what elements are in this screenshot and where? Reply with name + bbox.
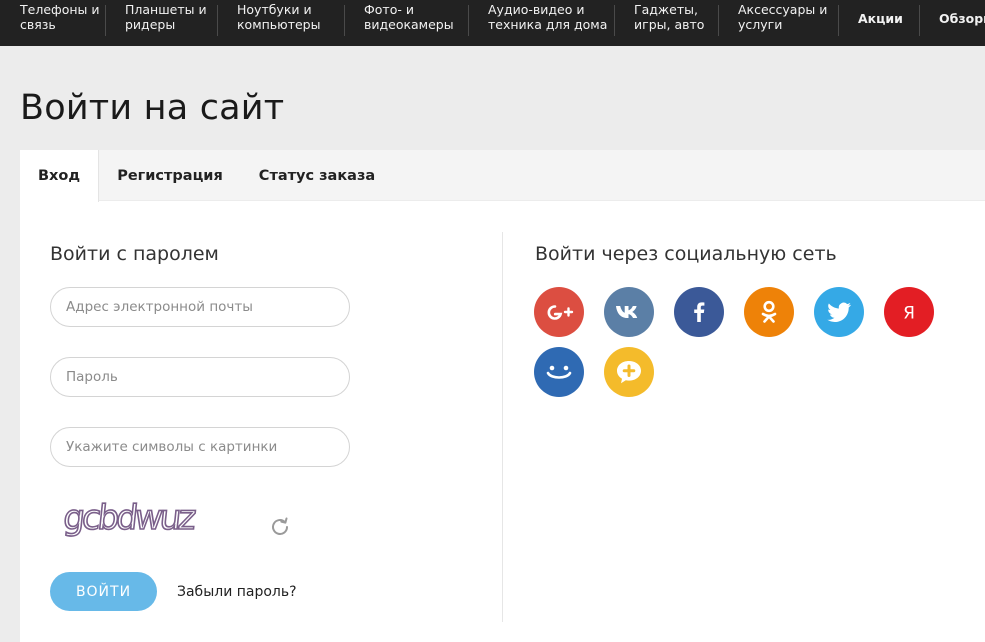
nav-item-reviews[interactable]: Обзоры — [919, 0, 985, 46]
nav-item-audio-video[interactable]: Аудио-видео и техника для дома — [468, 0, 614, 46]
top-navigation: Телефоны и связь Планшеты и ридеры Ноутб… — [0, 0, 985, 46]
forgot-password-link[interactable]: Забыли пароль? — [177, 584, 297, 600]
nav-item-tablets[interactable]: Планшеты и ридеры — [105, 0, 217, 46]
odnoklassniki-button[interactable] — [744, 287, 794, 337]
google-plus-icon — [534, 287, 584, 337]
vk-icon — [604, 287, 654, 337]
tab-order-status[interactable]: Статус заказа — [252, 150, 382, 201]
password-login-title: Войти с паролем — [50, 243, 219, 265]
column-divider — [502, 232, 503, 622]
tab-bar: Вход Регистрация Статус заказа — [20, 150, 985, 202]
tab-registration[interactable]: Регистрация — [110, 150, 230, 201]
facebook-icon — [674, 287, 724, 337]
nav-item-cameras[interactable]: Фото- и видеокамеры — [344, 0, 468, 46]
login-panel: Вход Регистрация Статус заказа Войти с п… — [20, 150, 985, 642]
chat-plus-icon — [604, 347, 654, 397]
chat-button[interactable] — [604, 347, 654, 397]
captcha-input[interactable] — [50, 427, 350, 467]
vkontakte-button[interactable] — [604, 287, 654, 337]
email-input[interactable] — [50, 287, 350, 327]
social-login-title: Войти через социальную сеть — [535, 243, 837, 265]
page-title: Войти на сайт — [20, 88, 285, 128]
facebook-button[interactable] — [674, 287, 724, 337]
refresh-captcha-icon[interactable] — [268, 515, 292, 539]
smile-icon — [534, 347, 584, 397]
captcha-image: gcbdwuz — [61, 497, 198, 538]
login-button[interactable]: ВОЙТИ — [50, 572, 157, 611]
yandex-icon: Я — [884, 287, 934, 337]
tab-login[interactable]: Вход — [20, 150, 99, 202]
nav-item-phones[interactable]: Телефоны и связь — [0, 0, 105, 46]
google-plus-button[interactable] — [534, 287, 584, 337]
nav-item-laptops[interactable]: Ноутбуки и компьютеры — [217, 0, 344, 46]
password-input[interactable] — [50, 357, 350, 397]
nav-item-gadgets[interactable]: Гаджеты, игры, авто — [614, 0, 718, 46]
yandex-button[interactable]: Я — [884, 287, 934, 337]
twitter-button[interactable] — [814, 287, 864, 337]
captcha-text: gcbdwuz — [61, 498, 197, 538]
mail-ru-button[interactable] — [534, 347, 584, 397]
nav-item-promotions[interactable]: Акции — [838, 0, 919, 46]
twitter-icon — [814, 287, 864, 337]
nav-item-accessories[interactable]: Аксессуары и услуги — [718, 0, 838, 46]
svg-text:Я: Я — [903, 304, 915, 324]
odnoklassniki-icon — [744, 287, 794, 337]
